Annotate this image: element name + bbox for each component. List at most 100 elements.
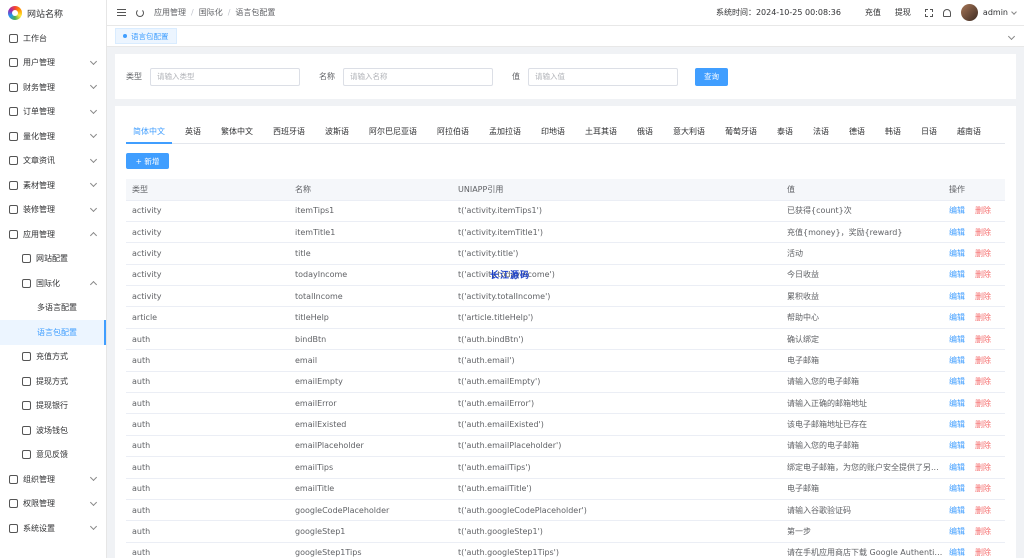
tab-language[interactable]: 意大利语: [666, 126, 712, 143]
cell-value: 第一步: [781, 520, 943, 543]
recharge-link[interactable]: 充值: [865, 7, 881, 18]
edit-link[interactable]: 编辑: [949, 228, 965, 237]
tab-language[interactable]: 印地语: [534, 126, 572, 143]
edit-link[interactable]: 编辑: [949, 420, 965, 429]
edit-link[interactable]: 编辑: [949, 441, 965, 450]
tab-language[interactable]: 英语: [178, 126, 208, 143]
chevron-down-icon: [89, 106, 98, 114]
name-input[interactable]: [343, 67, 493, 86]
tab-language[interactable]: 孟加拉语: [482, 126, 528, 143]
edit-link[interactable]: 编辑: [949, 313, 965, 322]
sidebar-item[interactable]: 意见反馈: [0, 443, 106, 468]
sidebar-item[interactable]: 多语言配置: [0, 296, 106, 321]
sidebar-item[interactable]: 应用管理: [0, 222, 106, 247]
cell-name: googleCodePlaceholder: [289, 499, 452, 522]
type-input[interactable]: [150, 67, 300, 86]
sidebar-item[interactable]: 充值方式: [0, 345, 106, 370]
tab-language[interactable]: 法语: [806, 126, 836, 143]
tab-language[interactable]: 德语: [842, 126, 872, 143]
sidebar-item[interactable]: 文章资讯: [0, 149, 106, 174]
delete-link[interactable]: 删除: [975, 399, 991, 408]
fullscreen-icon[interactable]: [924, 8, 933, 17]
edit-link[interactable]: 编辑: [949, 249, 965, 258]
edit-link[interactable]: 编辑: [949, 506, 965, 515]
edit-link[interactable]: 编辑: [949, 292, 965, 301]
tab-language[interactable]: 简体中文: [126, 126, 172, 144]
delete-link[interactable]: 删除: [975, 441, 991, 450]
username[interactable]: admin: [983, 8, 1008, 17]
sidebar-item[interactable]: 国际化: [0, 271, 106, 296]
delete-link[interactable]: 删除: [975, 270, 991, 279]
edit-link[interactable]: 编辑: [949, 356, 965, 365]
breadcrumb-item[interactable]: 应用管理: [154, 7, 186, 18]
delete-link[interactable]: 删除: [975, 356, 991, 365]
value-input[interactable]: [528, 67, 678, 86]
delete-link[interactable]: 删除: [975, 292, 991, 301]
edit-link[interactable]: 编辑: [949, 548, 965, 557]
chevron-down-icon[interactable]: [1007, 32, 1016, 40]
sidebar-item[interactable]: 权限管理: [0, 492, 106, 517]
sidebar-item[interactable]: 组织管理: [0, 467, 106, 492]
sidebar-item[interactable]: 装修管理: [0, 198, 106, 223]
delete-link[interactable]: 删除: [975, 313, 991, 322]
tab-language[interactable]: 阿尔巴尼亚语: [362, 126, 424, 143]
menu-toggle-icon[interactable]: [117, 9, 126, 16]
cell-name: emailTitle: [289, 478, 452, 500]
delete-link[interactable]: 删除: [975, 548, 991, 557]
delete-link[interactable]: 删除: [975, 377, 991, 386]
tab-language[interactable]: 韩语: [878, 126, 908, 143]
edit-link[interactable]: 编辑: [949, 527, 965, 536]
delete-link[interactable]: 删除: [975, 249, 991, 258]
sidebar-item[interactable]: 量化管理: [0, 124, 106, 149]
tab-language[interactable]: 阿拉伯语: [430, 126, 476, 143]
breadcrumb-item[interactable]: 国际化: [199, 7, 223, 18]
edit-link[interactable]: 编辑: [949, 399, 965, 408]
tab-language[interactable]: 葡萄牙语: [718, 126, 764, 143]
sidebar-item[interactable]: 提现银行: [0, 394, 106, 419]
cell-value: 确认绑定: [781, 328, 943, 351]
tab-language[interactable]: 土耳其语: [578, 126, 624, 143]
edit-link[interactable]: 编辑: [949, 463, 965, 472]
tab-language[interactable]: 越南语: [950, 126, 988, 143]
sidebar-item[interactable]: 波场钱包: [0, 418, 106, 443]
query-button[interactable]: 查询: [695, 67, 728, 86]
edit-link[interactable]: 编辑: [949, 377, 965, 386]
tab-language[interactable]: 西班牙语: [266, 126, 312, 143]
tag-active[interactable]: 语言包配置: [115, 28, 177, 44]
tab-language[interactable]: 繁体中文: [214, 126, 260, 143]
sidebar-item[interactable]: 用户管理: [0, 51, 106, 76]
sidebar-item[interactable]: 语言包配置: [0, 320, 106, 345]
chevron-down-icon[interactable]: [1011, 8, 1017, 15]
delete-link[interactable]: 删除: [975, 506, 991, 515]
sidebar-item[interactable]: 工作台: [0, 26, 106, 51]
delete-link[interactable]: 删除: [975, 206, 991, 215]
tab-language[interactable]: 日语: [914, 126, 944, 143]
tab-language[interactable]: 波斯语: [318, 126, 356, 143]
avatar[interactable]: [960, 4, 978, 21]
delete-link[interactable]: 删除: [975, 335, 991, 344]
refresh-icon[interactable]: [136, 8, 144, 17]
sidebar-item[interactable]: 订单管理: [0, 100, 106, 125]
edit-link[interactable]: 编辑: [949, 206, 965, 215]
delete-link[interactable]: 删除: [975, 527, 991, 536]
withdraw-link[interactable]: 提现: [895, 7, 911, 18]
edit-link[interactable]: 编辑: [949, 335, 965, 344]
tab-language[interactable]: 俄语: [630, 126, 660, 143]
delete-link[interactable]: 删除: [975, 420, 991, 429]
sidebar-item[interactable]: 提现方式: [0, 369, 106, 394]
table-row: article titleHelp t('article.titleHelp') 帮助…: [126, 306, 1005, 329]
edit-link[interactable]: 编辑: [949, 484, 965, 493]
sidebar-item[interactable]: 财务管理: [0, 75, 106, 100]
delete-link[interactable]: 删除: [975, 463, 991, 472]
delete-link[interactable]: 删除: [975, 484, 991, 493]
sidebar-item[interactable]: 网站配置: [0, 247, 106, 272]
cell-name: itemTips1: [289, 200, 452, 222]
bell-icon[interactable]: [942, 8, 951, 17]
tab-language[interactable]: 泰语: [770, 126, 800, 143]
sidebar-item[interactable]: 系统设置: [0, 516, 106, 541]
delete-link[interactable]: 删除: [975, 228, 991, 237]
add-button[interactable]: + 新增: [126, 153, 169, 169]
sidebar-item[interactable]: 素材管理: [0, 173, 106, 198]
brand[interactable]: 网站名称: [0, 0, 106, 26]
edit-link[interactable]: 编辑: [949, 270, 965, 279]
